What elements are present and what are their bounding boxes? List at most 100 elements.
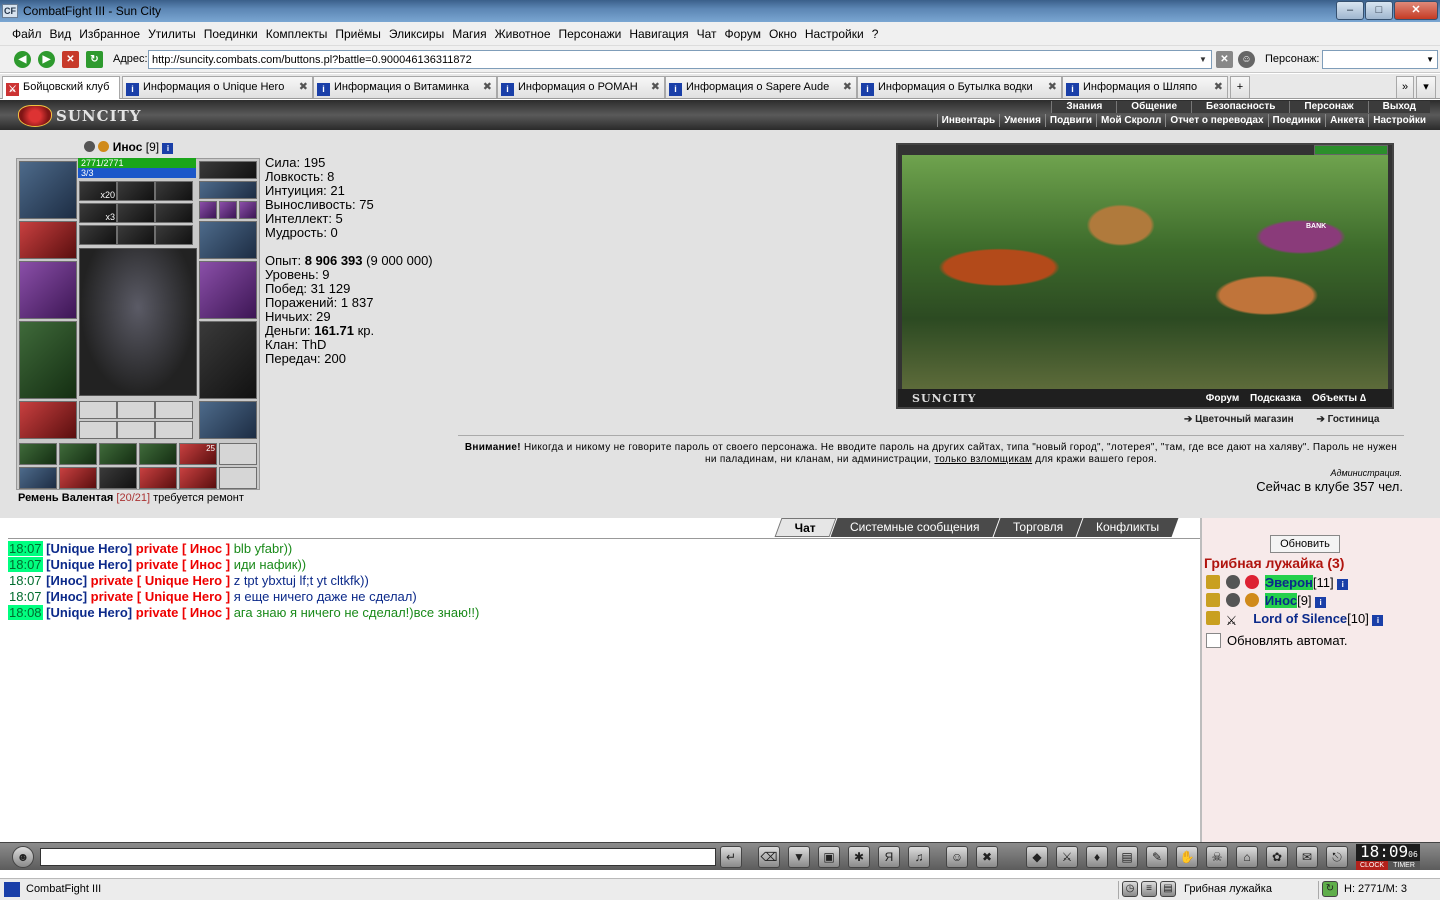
eraser-icon[interactable]: ⌫: [758, 846, 780, 868]
info-icon[interactable]: i: [162, 143, 174, 154]
private-message-icon[interactable]: [1206, 611, 1220, 625]
chat-private[interactable]: private [ Unique Hero ]: [91, 589, 230, 604]
boots-slot[interactable]: [199, 401, 257, 439]
save-icon[interactable]: ▣: [818, 846, 840, 868]
spell-slot[interactable]: [139, 467, 177, 489]
auto-refresh-checkbox[interactable]: [1206, 633, 1221, 648]
chat-time[interactable]: 18:08: [8, 605, 43, 620]
tab-info-butylka-vodki[interactable]: i Информация о Бутылка водки ✖: [857, 76, 1062, 98]
refresh-button[interactable]: Обновить: [1270, 535, 1340, 553]
link-flower-shop[interactable]: ➔ Цветочный магазин: [1184, 414, 1304, 425]
chat-nick[interactable]: [Unique Hero]: [46, 541, 132, 556]
tab-info-sapere-aude[interactable]: i Информация о Sapere Aude ✖: [665, 76, 857, 98]
ring-slot[interactable]: [199, 201, 217, 219]
tab-conflicts[interactable]: Конфликты: [1076, 518, 1179, 537]
maximize-button[interactable]: □: [1365, 1, 1393, 20]
spell-slot[interactable]: 25: [179, 443, 217, 465]
menu-chat[interactable]: Чат: [697, 27, 717, 41]
pocket-slot[interactable]: [79, 421, 117, 439]
chat-time[interactable]: 18:07: [8, 557, 43, 572]
chat-input[interactable]: [40, 848, 716, 866]
bracers-slot[interactable]: [19, 221, 77, 259]
clock-widget[interactable]: 18:0906 CLOCK TIMER: [1356, 844, 1420, 870]
menu-animal[interactable]: Животное: [495, 27, 551, 41]
tab-info-shlyapo[interactable]: i Информация о Шляпо ✖: [1062, 76, 1228, 98]
belt-slot[interactable]: [19, 401, 77, 439]
nav-communication[interactable]: Общение: [1116, 101, 1191, 113]
chat-nick[interactable]: [Unique Hero]: [46, 557, 132, 572]
paw-icon[interactable]: ✿: [1266, 846, 1288, 868]
tab-close-icon[interactable]: ✖: [1048, 77, 1057, 97]
menu-utilities[interactable]: Утилиты: [148, 27, 196, 41]
chat-time[interactable]: 18:07: [8, 573, 43, 588]
menu-sets[interactable]: Комплекты: [266, 27, 328, 41]
pocket-slot[interactable]: [117, 421, 155, 439]
subnav-achievements[interactable]: Подвиги: [1044, 114, 1096, 127]
fighter-icon[interactable]: ✱: [848, 846, 870, 868]
clock-status-icon[interactable]: ◷: [1122, 881, 1138, 897]
spell-slot[interactable]: [219, 467, 257, 489]
new-tab-button[interactable]: +: [1230, 76, 1250, 98]
chat-private[interactable]: private [ Инос ]: [136, 605, 230, 620]
tab-fight-club[interactable]: ⚔ Бойцовский клуб: [2, 76, 120, 99]
menu-forum[interactable]: Форум: [725, 27, 761, 41]
tab-close-icon[interactable]: ✖: [483, 77, 492, 97]
nav-security[interactable]: Безопасность: [1191, 101, 1290, 113]
spell-slot[interactable]: [99, 443, 137, 465]
chat-time[interactable]: 18:07: [8, 541, 43, 556]
private-message-icon[interactable]: [1206, 593, 1220, 607]
weapon-right-slot[interactable]: [199, 261, 257, 319]
house-icon[interactable]: ⌂: [1236, 846, 1258, 868]
hackers-link[interactable]: только взломщикам: [934, 454, 1032, 465]
forward-icon[interactable]: ▶: [38, 51, 55, 68]
player-name[interactable]: Эверон: [1264, 575, 1313, 590]
spell-slot[interactable]: [99, 467, 137, 489]
player-name[interactable]: Lord of Silence: [1253, 611, 1347, 626]
refresh-icon[interactable]: ↻: [86, 51, 103, 68]
subnav-skills[interactable]: Умения: [999, 114, 1045, 127]
subnav-transfers[interactable]: Отчет о переводах: [1165, 114, 1267, 127]
ring-slot[interactable]: [219, 201, 237, 219]
skull-icon[interactable]: ☠: [1206, 846, 1228, 868]
smile-icon[interactable]: ☺: [946, 846, 968, 868]
menu-file[interactable]: Файл: [12, 27, 42, 41]
gloves-slot[interactable]: [199, 221, 257, 259]
scene-link-objects[interactable]: Объекты ∆: [1312, 393, 1366, 404]
info-icon[interactable]: i: [1337, 579, 1349, 590]
menu-help[interactable]: ?: [872, 27, 879, 41]
chat-private[interactable]: private [ Unique Hero ]: [91, 573, 230, 588]
tab-info-unique-hero[interactable]: i Информация о Unique Hero ✖: [122, 76, 313, 98]
doc-status-icon[interactable]: ▤: [1160, 881, 1176, 897]
armor-slot[interactable]: [19, 321, 77, 399]
scroll-slot[interactable]: x3: [79, 203, 117, 223]
nav-exit[interactable]: Выход: [1367, 101, 1430, 113]
refresh-status-icon[interactable]: ↻: [1322, 881, 1338, 897]
send-icon[interactable]: ↵: [720, 846, 742, 868]
scroll-slot[interactable]: [117, 225, 155, 245]
scroll-slot[interactable]: [155, 181, 193, 201]
menu-navigation[interactable]: Навигация: [629, 27, 688, 41]
scroll-slot[interactable]: x20: [79, 181, 117, 201]
scroll-slot[interactable]: [79, 225, 117, 245]
scene-link-forum[interactable]: Форум: [1206, 393, 1239, 404]
player-name[interactable]: Инос: [1264, 593, 1298, 608]
tab-close-icon[interactable]: ✖: [1214, 77, 1223, 97]
bag-icon[interactable]: ♦: [1086, 846, 1108, 868]
info-icon[interactable]: i: [1315, 597, 1327, 608]
close-window-button[interactable]: ✕: [1394, 1, 1438, 20]
tab-info-roman[interactable]: i Информация о РОМАН ✖: [497, 76, 665, 98]
mail-icon[interactable]: ✉: [1296, 846, 1318, 868]
spell-slot[interactable]: [139, 443, 177, 465]
filter-icon[interactable]: ▼: [788, 846, 810, 868]
tabs-scroll-icon[interactable]: »: [1396, 76, 1414, 98]
exit-icon[interactable]: ⎋: [1326, 846, 1348, 868]
users-icon[interactable]: ☺: [1238, 51, 1255, 68]
spell-slot[interactable]: [59, 467, 97, 489]
ring-slot[interactable]: [239, 201, 257, 219]
legs-slot[interactable]: [199, 321, 257, 399]
mute-icon[interactable]: ✖: [976, 846, 998, 868]
chat-head-icon[interactable]: ☻: [12, 846, 34, 868]
spell-slot[interactable]: [19, 443, 57, 465]
weapon-left-slot[interactable]: [19, 261, 77, 319]
subnav-battles[interactable]: Поединки: [1267, 114, 1326, 127]
